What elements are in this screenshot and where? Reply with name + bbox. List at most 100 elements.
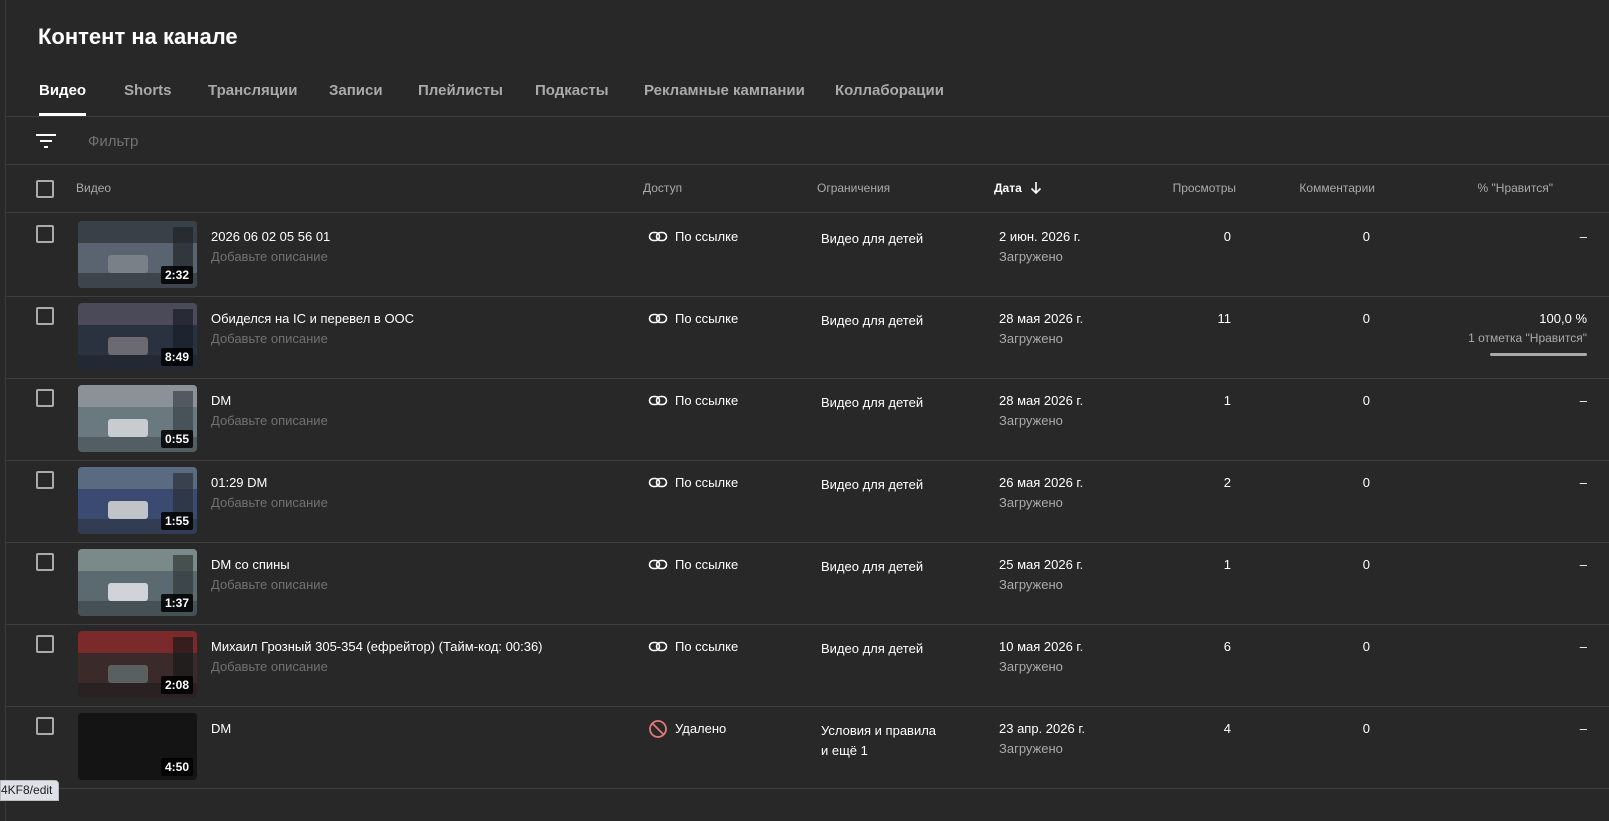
table-row[interactable]: 1:55 01:29 DM Добавьте описание По ссылке Ви… xyxy=(6,459,1609,543)
video-description: Добавьте описание xyxy=(211,495,328,510)
video-description: Добавьте описание xyxy=(211,249,328,264)
video-title[interactable]: 01:29 DM xyxy=(211,475,267,490)
video-duration: 8:49 xyxy=(160,348,193,366)
video-thumbnail[interactable]: 0:55 xyxy=(78,385,197,452)
views-count: 0 xyxy=(1223,229,1231,244)
video-title[interactable]: Михаил Грозный 305-354 (ефрейтор) (Тайм-… xyxy=(211,639,543,654)
table-header: Видео Доступ Ограничения Дата Просмотры … xyxy=(6,165,1609,213)
access-label: По ссылке xyxy=(675,639,739,654)
restriction[interactable]: Видео для детей xyxy=(821,229,971,249)
likes-ratio-fill xyxy=(1490,353,1587,356)
restriction-extra: и ещё 1 xyxy=(821,743,868,758)
restriction-label: Условия и правила xyxy=(821,723,937,738)
views-count: 2 xyxy=(1223,475,1231,490)
date-status: Загружено xyxy=(999,741,1063,756)
video-duration: 1:37 xyxy=(160,594,193,612)
table-row[interactable]: 4:50 DM Удалено Условия и правила и ещё 1 23 … xyxy=(6,705,1609,789)
date-status: Загружено xyxy=(999,659,1063,674)
row-checkbox[interactable] xyxy=(36,307,54,325)
video-thumbnail[interactable]: 2:08 xyxy=(78,631,197,698)
row-checkbox[interactable] xyxy=(36,389,54,407)
browser-status-url: 4KF8/edit xyxy=(0,780,60,801)
restriction-label: Видео для детей xyxy=(821,395,924,410)
column-views[interactable]: Просмотры xyxy=(1173,181,1236,195)
row-checkbox[interactable] xyxy=(36,553,54,571)
video-thumbnail[interactable]: 2:32 xyxy=(78,221,197,288)
active-tab-indicator xyxy=(39,113,86,116)
video-description: Добавьте описание xyxy=(211,577,328,592)
restriction-label: Видео для детей xyxy=(821,313,924,328)
restriction[interactable]: Видео для детей xyxy=(821,557,971,577)
page-title: Контент на канале xyxy=(38,24,238,49)
filter-input[interactable] xyxy=(88,129,488,153)
comments-count: 0 xyxy=(1362,721,1370,736)
restriction-label: Видео для детей xyxy=(821,231,924,246)
video-thumbnail[interactable]: 4:50 xyxy=(78,713,197,780)
likes-ratio-bar xyxy=(1490,353,1587,356)
video-duration: 4:50 xyxy=(160,758,193,776)
row-checkbox[interactable] xyxy=(36,635,54,653)
comments-count: 0 xyxy=(1362,639,1370,654)
restriction[interactable]: Условия и правила и ещё 1 xyxy=(821,721,971,761)
restriction[interactable]: Видео для детей xyxy=(821,393,971,413)
table-row[interactable]: 2:32 2026 06 02 05 56 01 Добавьте описание… xyxy=(6,213,1609,297)
table-row[interactable]: 2:08 Михаил Грозный 305-354 (ефрейтор) (Т… xyxy=(6,623,1609,707)
likes-percent: – xyxy=(1579,557,1587,572)
column-likes[interactable]: % "Нравится" xyxy=(1478,181,1553,195)
video-title[interactable]: 2026 06 02 05 56 01 xyxy=(211,229,330,244)
publish-date: 28 мая 2026 г. xyxy=(999,393,1084,408)
link-icon xyxy=(648,637,668,657)
content-tabs: Видео Shorts Трансляции Записи Плейлисты… xyxy=(6,72,1609,117)
tab-posts[interactable]: Записи xyxy=(329,82,383,99)
restriction[interactable]: Видео для детей xyxy=(821,639,971,659)
tab-videos[interactable]: Видео xyxy=(39,82,86,99)
video-description: Добавьте описание xyxy=(211,413,328,428)
row-checkbox[interactable] xyxy=(36,225,54,243)
restriction-label: Видео для детей xyxy=(821,477,924,492)
views-count: 11 xyxy=(1217,311,1232,326)
filter-list-icon[interactable] xyxy=(34,129,58,153)
publish-date: 2 июн. 2026 г. xyxy=(999,229,1081,244)
video-thumbnail[interactable]: 8:49 xyxy=(78,303,197,370)
likes-percent: – xyxy=(1579,475,1587,490)
video-duration: 2:32 xyxy=(160,266,193,284)
video-duration: 0:55 xyxy=(160,430,193,448)
column-restrictions[interactable]: Ограничения xyxy=(817,181,890,195)
video-title[interactable]: Обиделся на IC и перевел в OOC xyxy=(211,311,414,326)
table-row[interactable]: 1:37 DM со спины Добавьте описание По ссылк… xyxy=(6,541,1609,625)
restriction-label: Видео для детей xyxy=(821,559,924,574)
tab-promotions[interactable]: Рекламные кампании xyxy=(644,82,805,99)
video-title[interactable]: DM со спины xyxy=(211,557,290,572)
video-thumbnail[interactable]: 1:37 xyxy=(78,549,197,616)
link-icon xyxy=(648,391,668,411)
restriction[interactable]: Видео для детей xyxy=(821,475,971,495)
table-row[interactable]: 0:55 DM Добавьте описание По ссылке Видео дл… xyxy=(6,377,1609,461)
row-checkbox[interactable] xyxy=(36,717,54,735)
comments-count: 0 xyxy=(1362,229,1370,244)
link-icon xyxy=(648,555,668,575)
access-label: По ссылке xyxy=(675,311,739,326)
restriction-label: Видео для детей xyxy=(821,641,924,656)
link-icon xyxy=(648,309,668,329)
date-status: Загружено xyxy=(999,495,1063,510)
tab-shorts[interactable]: Shorts xyxy=(124,82,172,99)
video-title[interactable]: DM xyxy=(211,721,231,736)
tab-collaborations[interactable]: Коллаборации xyxy=(835,82,944,99)
restriction[interactable]: Видео для детей xyxy=(821,311,971,331)
access-label: По ссылке xyxy=(675,229,739,244)
tab-live[interactable]: Трансляции xyxy=(208,82,297,99)
column-access[interactable]: Доступ xyxy=(643,181,682,195)
row-checkbox[interactable] xyxy=(36,471,54,489)
video-thumbnail[interactable]: 1:55 xyxy=(78,467,197,534)
views-count: 4 xyxy=(1223,721,1231,736)
video-title[interactable]: DM xyxy=(211,393,231,408)
views-count: 1 xyxy=(1223,557,1231,572)
tab-playlists[interactable]: Плейлисты xyxy=(418,82,503,99)
access-label: По ссылке xyxy=(675,393,739,408)
column-date[interactable]: Дата xyxy=(994,181,1043,195)
comments-count: 0 xyxy=(1362,475,1370,490)
table-row[interactable]: 8:49 Обиделся на IC и перевел в OOC Добавь… xyxy=(6,295,1609,379)
tab-podcasts[interactable]: Подкасты xyxy=(535,82,609,99)
select-all-checkbox[interactable] xyxy=(36,180,54,198)
column-comments[interactable]: Комментарии xyxy=(1299,181,1375,195)
